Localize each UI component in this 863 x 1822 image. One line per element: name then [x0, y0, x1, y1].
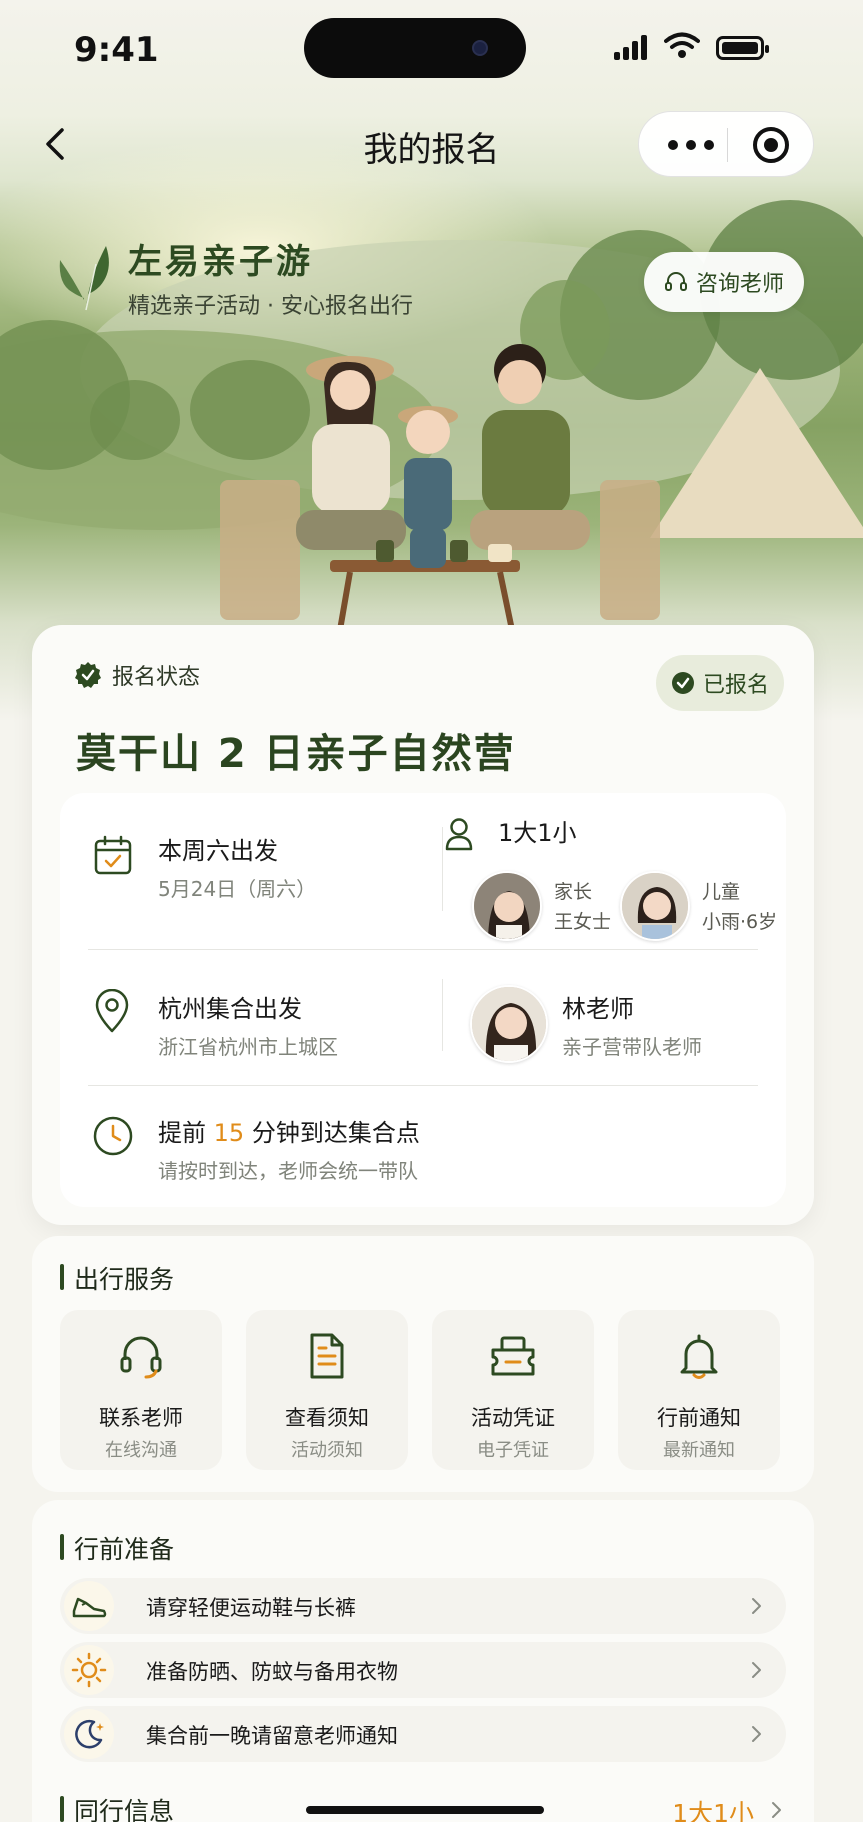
- child-role: 儿童: [702, 881, 741, 903]
- consult-teacher-button[interactable]: 咨询老师: [644, 252, 804, 312]
- shoe-icon: [72, 1597, 107, 1618]
- service-pre-trip-notice[interactable]: 行前通知 最新通知: [618, 1310, 780, 1470]
- chevron-right-icon: [752, 1726, 761, 1742]
- service-label: 行前通知: [657, 1406, 741, 1430]
- brand-slogan: 精选亲子活动 · 安心报名出行: [128, 294, 413, 319]
- prep-item-teacher-notice[interactable]: 集合前一晚请留意老师通知: [60, 1706, 786, 1762]
- headset-icon: [664, 272, 687, 291]
- service-activity-voucher[interactable]: 活动凭证 电子凭证: [432, 1310, 594, 1470]
- avatar-child: [620, 871, 690, 941]
- services-title: 出行服务: [60, 1260, 174, 1296]
- event-title: 莫干山 2 日亲子自然营: [76, 731, 516, 777]
- parent-role: 家长: [554, 881, 593, 903]
- status-bar: 9:41: [0, 0, 863, 100]
- service-sub: 电子凭证: [477, 1440, 549, 1461]
- teacher-role: 亲子营带队老师: [562, 1035, 702, 1059]
- arrival-note: 请按时到达，老师会统一带队: [158, 1159, 418, 1183]
- service-label: 联系老师: [99, 1406, 183, 1430]
- family-camping-illustration: [220, 344, 660, 630]
- wifi-icon: [664, 32, 700, 58]
- more-icon[interactable]: [663, 136, 719, 154]
- chevron-right-icon[interactable]: [766, 1800, 786, 1820]
- meeting-title: 杭州集合出发: [158, 995, 302, 1023]
- service-view-notice[interactable]: 查看须知 活动须知: [246, 1310, 408, 1470]
- sun-icon: [71, 1652, 107, 1688]
- child-name: 小雨·6岁: [702, 911, 778, 933]
- prep-item-text: 请穿轻便运动鞋与长裤: [146, 1596, 356, 1620]
- arrival-instruction: 提前 15 分钟到达集合点: [158, 1119, 420, 1147]
- moon-icon: [75, 1719, 104, 1749]
- check-circle-icon: [671, 672, 694, 694]
- signal-icon: [614, 34, 647, 60]
- close-miniprogram-icon[interactable]: [753, 127, 789, 163]
- parent-name: 王女士: [554, 911, 612, 933]
- verified-badge-icon: [75, 662, 101, 688]
- service-sub: 在线沟通: [105, 1440, 177, 1461]
- location-pin-icon: [95, 989, 129, 1033]
- party-size: 1大1小: [498, 819, 577, 847]
- registration-status: 报名状态: [74, 659, 200, 691]
- dynamic-island: [304, 18, 526, 78]
- bell-icon: [680, 1334, 718, 1379]
- prep-item-shoes[interactable]: 请穿轻便运动鞋与长裤: [60, 1578, 786, 1634]
- companions-title[interactable]: 同行信息: [60, 1792, 174, 1822]
- prep-item-sun-protection[interactable]: 准备防晒、防蚊与备用衣物: [60, 1642, 786, 1698]
- leaf-logo-icon: [59, 246, 109, 311]
- service-label: 查看须知: [285, 1406, 369, 1430]
- service-contact-teacher[interactable]: 联系老师 在线沟通: [60, 1310, 222, 1470]
- clock-icon: [93, 1116, 133, 1156]
- chevron-right-icon: [752, 1598, 761, 1614]
- ticket-icon: [491, 1336, 535, 1376]
- avatar-teacher: [470, 985, 548, 1063]
- person-icon: [445, 818, 473, 851]
- event-info-box: 本周六出发 5月24日（周六） 1大1小 家长王女士 儿童小雨·6岁 杭州集合出…: [60, 793, 786, 1207]
- brand-name: 左易亲子游: [128, 242, 313, 282]
- arrival-minutes: 15: [213, 1119, 245, 1147]
- tent-illustration: [650, 368, 863, 538]
- service-label: 活动凭证: [471, 1406, 555, 1430]
- home-indicator[interactable]: [306, 1806, 544, 1814]
- travel-services-card: 出行服务 联系老师 在线沟通 查看须知 活动须知 活动凭证 电子凭证 行前通知 …: [32, 1236, 814, 1492]
- companions-value[interactable]: 1大1小: [672, 1794, 754, 1822]
- status-badge: 已报名: [656, 655, 784, 711]
- preparation-card: 行前准备 请穿轻便运动鞋与长裤 准备防晒、防蚊与备用衣物 集合前一晚请留意老师通…: [32, 1500, 814, 1822]
- teacher-name: 林老师: [562, 995, 634, 1023]
- headset-icon: [120, 1336, 162, 1379]
- document-icon: [310, 1333, 344, 1379]
- avatar-parent: [472, 871, 542, 941]
- status-time: 9:41: [74, 30, 159, 70]
- meeting-address: 浙江省杭州市上城区: [158, 1035, 338, 1059]
- service-sub: 最新通知: [663, 1440, 735, 1461]
- status-badge-label: 已报名: [702, 673, 769, 698]
- miniprogram-capsule: [638, 111, 814, 177]
- nav-bar: 我的报名: [0, 104, 863, 184]
- departure-date: 5月24日（周六）: [158, 877, 317, 901]
- consult-teacher-label: 咨询老师: [695, 272, 784, 297]
- departure-title: 本周六出发: [158, 837, 278, 865]
- prep-item-text: 准备防晒、防蚊与备用衣物: [146, 1660, 398, 1684]
- preparation-title: 行前准备: [60, 1530, 174, 1566]
- calendar-icon: [94, 835, 132, 875]
- prep-item-text: 集合前一晚请留意老师通知: [146, 1724, 398, 1748]
- status-label: 报名状态: [112, 665, 201, 690]
- chevron-right-icon: [752, 1662, 761, 1678]
- registration-card: 报名状态 已报名 莫干山 2 日亲子自然营 本周六出发 5月24日（周六） 1大…: [32, 625, 814, 1225]
- service-sub: 活动须知: [291, 1440, 363, 1461]
- battery-icon: [716, 36, 769, 60]
